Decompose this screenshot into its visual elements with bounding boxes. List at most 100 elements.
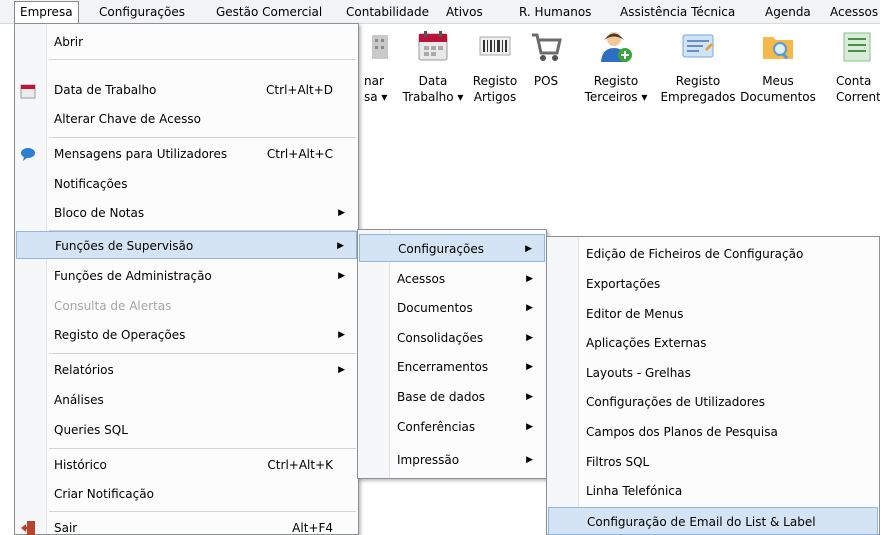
menu-item-queries-sql[interactable]: Queries SQL	[16, 416, 357, 444]
menu-item-label: Base de dados	[397, 390, 486, 404]
menu-item-label: Data de Trabalho	[54, 83, 157, 97]
menu-item-label: Histórico	[54, 458, 107, 472]
submenu-item-consolidacoes[interactable]: Consolidações ▶	[359, 324, 545, 352]
menu-item-funcoes-supervisao[interactable]: Funções de Supervisão ▶	[16, 231, 357, 259]
menu-item-label: Relatórios	[54, 363, 114, 377]
submenu-arrow-icon: ▶	[526, 422, 533, 432]
toolbar-label: Conta Corrente	[836, 74, 880, 104]
submenu-item-conferencias[interactable]: Conferências ▶	[359, 413, 545, 441]
menu-item-data-trabalho[interactable]: Data de Trabalho Ctrl+Alt+D	[16, 76, 357, 104]
submenu-item-acessos[interactable]: Acessos ▶	[359, 265, 545, 293]
menu-item-label: Exportações	[586, 277, 661, 291]
menubar-assistencia-tecnica[interactable]: Assistência Técnica	[620, 4, 735, 21]
menu-item-analises[interactable]: Análises	[16, 386, 357, 414]
menu-item-label: Abrir	[54, 35, 84, 49]
menubar-recursos-humanos[interactable]: R. Humanos	[519, 4, 591, 21]
submenu-arrow-icon: ▶	[338, 271, 345, 281]
config-item-linha-telefonica[interactable]: Linha Telefónica	[548, 477, 878, 505]
config-item-editor-menus[interactable]: Editor de Menus	[548, 300, 878, 328]
submenu-item-base-dados[interactable]: Base de dados ▶	[359, 383, 545, 411]
submenu-arrow-icon: ▶	[526, 303, 533, 313]
menubar-empresa[interactable]: Empresa	[14, 1, 79, 24]
config-item-configuracoes-utilizadores[interactable]: Configurações de Utilizadores	[548, 388, 878, 416]
toolbar-registo-empregados-button[interactable]: Registo Empregados	[658, 24, 738, 124]
submenu-item-encerramentos[interactable]: Encerramentos ▶	[359, 353, 545, 381]
toolbar-data-trabalho-button[interactable]: Data Trabalho ▾	[398, 24, 468, 124]
menu-separator	[49, 511, 356, 512]
submenu-item-documentos[interactable]: Documentos ▶	[359, 294, 545, 322]
menu-item-label: Linha Telefónica	[586, 484, 683, 498]
menu-item-shortcut: Ctrl+Alt+D	[266, 83, 333, 97]
config-item-filtros-sql[interactable]: Filtros SQL	[548, 448, 878, 476]
barcode-icon	[479, 36, 511, 56]
submenu-arrow-icon: ▶	[525, 244, 532, 254]
menu-item-label: Encerramentos	[397, 360, 489, 374]
menu-item-registo-operacoes[interactable]: Registo de Operações ▶	[16, 321, 357, 349]
menu-item-label: Conferências	[397, 420, 476, 434]
submenu-item-configuracoes[interactable]: Configurações ▶	[359, 234, 545, 262]
menu-item-label: Impressão	[397, 453, 460, 467]
menu-bar: Empresa Configurações Gestão Comercial C…	[0, 0, 880, 24]
config-item-exportacoes[interactable]: Exportações	[548, 270, 878, 298]
submenu-arrow-icon: ▶	[526, 274, 533, 284]
config-item-email-list-label[interactable]: Configuração de Email do List & Label	[548, 507, 878, 535]
menu-separator	[49, 353, 356, 354]
submenu-arrow-icon: ▶	[526, 362, 533, 372]
menubar-agenda[interactable]: Agenda	[765, 4, 811, 21]
toolbar-registo-artigos-button[interactable]: Registo Artigos	[464, 24, 526, 124]
toolbar-label: POS	[533, 74, 559, 88]
toolbar-registo-terceiros-button[interactable]: Registo Terceiros ▾	[576, 24, 656, 124]
menu-item-abrir[interactable]: Abrir	[16, 28, 357, 56]
folder-search-icon	[763, 37, 793, 60]
menubar-ativos[interactable]: Ativos	[446, 4, 483, 21]
toolbar-conta-corrente-button[interactable]: Conta Corrente	[822, 24, 880, 124]
menu-item-alterar-chave[interactable]: Alterar Chave de Acesso	[16, 105, 357, 133]
menubar-contabilidade[interactable]: Contabilidade	[346, 4, 429, 21]
config-item-campos-planos-pesquisa[interactable]: Campos dos Planos de Pesquisa	[548, 418, 878, 446]
menu-item-label: Bloco de Notas	[54, 206, 145, 220]
menu-item-historico[interactable]: Histórico Ctrl+Alt+K	[16, 451, 357, 479]
add-user-icon	[601, 32, 632, 62]
menubar-configuracoes[interactable]: Configurações	[99, 4, 185, 21]
menu-item-sair[interactable]: Sair Alt+F4	[16, 514, 357, 535]
menu-item-label: Criar Notificação	[54, 487, 154, 501]
menu-separator	[49, 59, 356, 60]
submenu-arrow-icon: ▶	[338, 330, 345, 340]
building-icon	[372, 35, 388, 59]
menu-item-label: Filtros SQL	[586, 455, 650, 469]
menu-item-consulta-alertas: Consulta de Alertas	[16, 292, 357, 320]
supervisao-submenu: Configurações ▶ Acessos ▶ Documentos ▶ C…	[357, 229, 547, 479]
menu-item-label: Aplicações Externas	[586, 336, 707, 350]
menu-item-label: Campos dos Planos de Pesquisa	[586, 425, 778, 439]
toolbar-label: Meus Documentos	[740, 74, 816, 104]
toolbar-label: Data Trabalho ▾	[402, 74, 464, 104]
toolbar-label: Registo Artigos	[472, 74, 518, 104]
configuracoes-submenu: Edição de Ficheiros de Configuração Expo…	[546, 236, 880, 535]
menu-item-funcoes-administracao[interactable]: Funções de Administração ▶	[16, 262, 357, 290]
menu-item-label: Sair	[54, 521, 78, 535]
menu-item-notificacoes[interactable]: Notificações	[16, 170, 357, 198]
menu-item-label: Acessos	[397, 272, 446, 286]
menu-item-mensagens[interactable]: Mensagens para Utilizadores Ctrl+Alt+C	[16, 140, 357, 168]
menu-item-criar-notificacao[interactable]: Criar Notificação	[16, 480, 357, 508]
menu-item-label: Funções de Supervisão	[55, 239, 194, 253]
submenu-arrow-icon: ▶	[526, 392, 533, 402]
menu-separator	[49, 137, 356, 138]
config-item-aplicacoes-externas[interactable]: Aplicações Externas	[548, 329, 878, 357]
menu-item-shortcut: Alt+F4	[292, 521, 333, 535]
toolbar-label: nar sa ▾	[364, 74, 388, 104]
menu-separator	[49, 448, 356, 449]
menubar-acessos[interactable]: Acessos	[830, 4, 878, 21]
toolbar-pos-button[interactable]: POS	[526, 24, 566, 124]
config-item-edicao-ficheiros[interactable]: Edição de Ficheiros de Configuração	[548, 240, 878, 268]
submenu-arrow-icon: ▶	[526, 333, 533, 343]
menu-item-relatorios[interactable]: Relatórios ▶	[16, 356, 357, 384]
menu-item-bloco-notas[interactable]: Bloco de Notas ▶	[16, 199, 357, 227]
submenu-arrow-icon: ▶	[338, 208, 345, 218]
menu-item-label: Layouts - Grelhas	[586, 366, 691, 380]
menu-item-label: Configurações de Utilizadores	[586, 395, 766, 409]
menubar-gestao-comercial[interactable]: Gestão Comercial	[216, 4, 322, 21]
toolbar-meus-documentos-button[interactable]: Meus Documentos	[736, 24, 820, 124]
submenu-item-impressao[interactable]: Impressão ▶	[359, 446, 545, 474]
config-item-layouts-grelhas[interactable]: Layouts - Grelhas	[548, 359, 878, 387]
